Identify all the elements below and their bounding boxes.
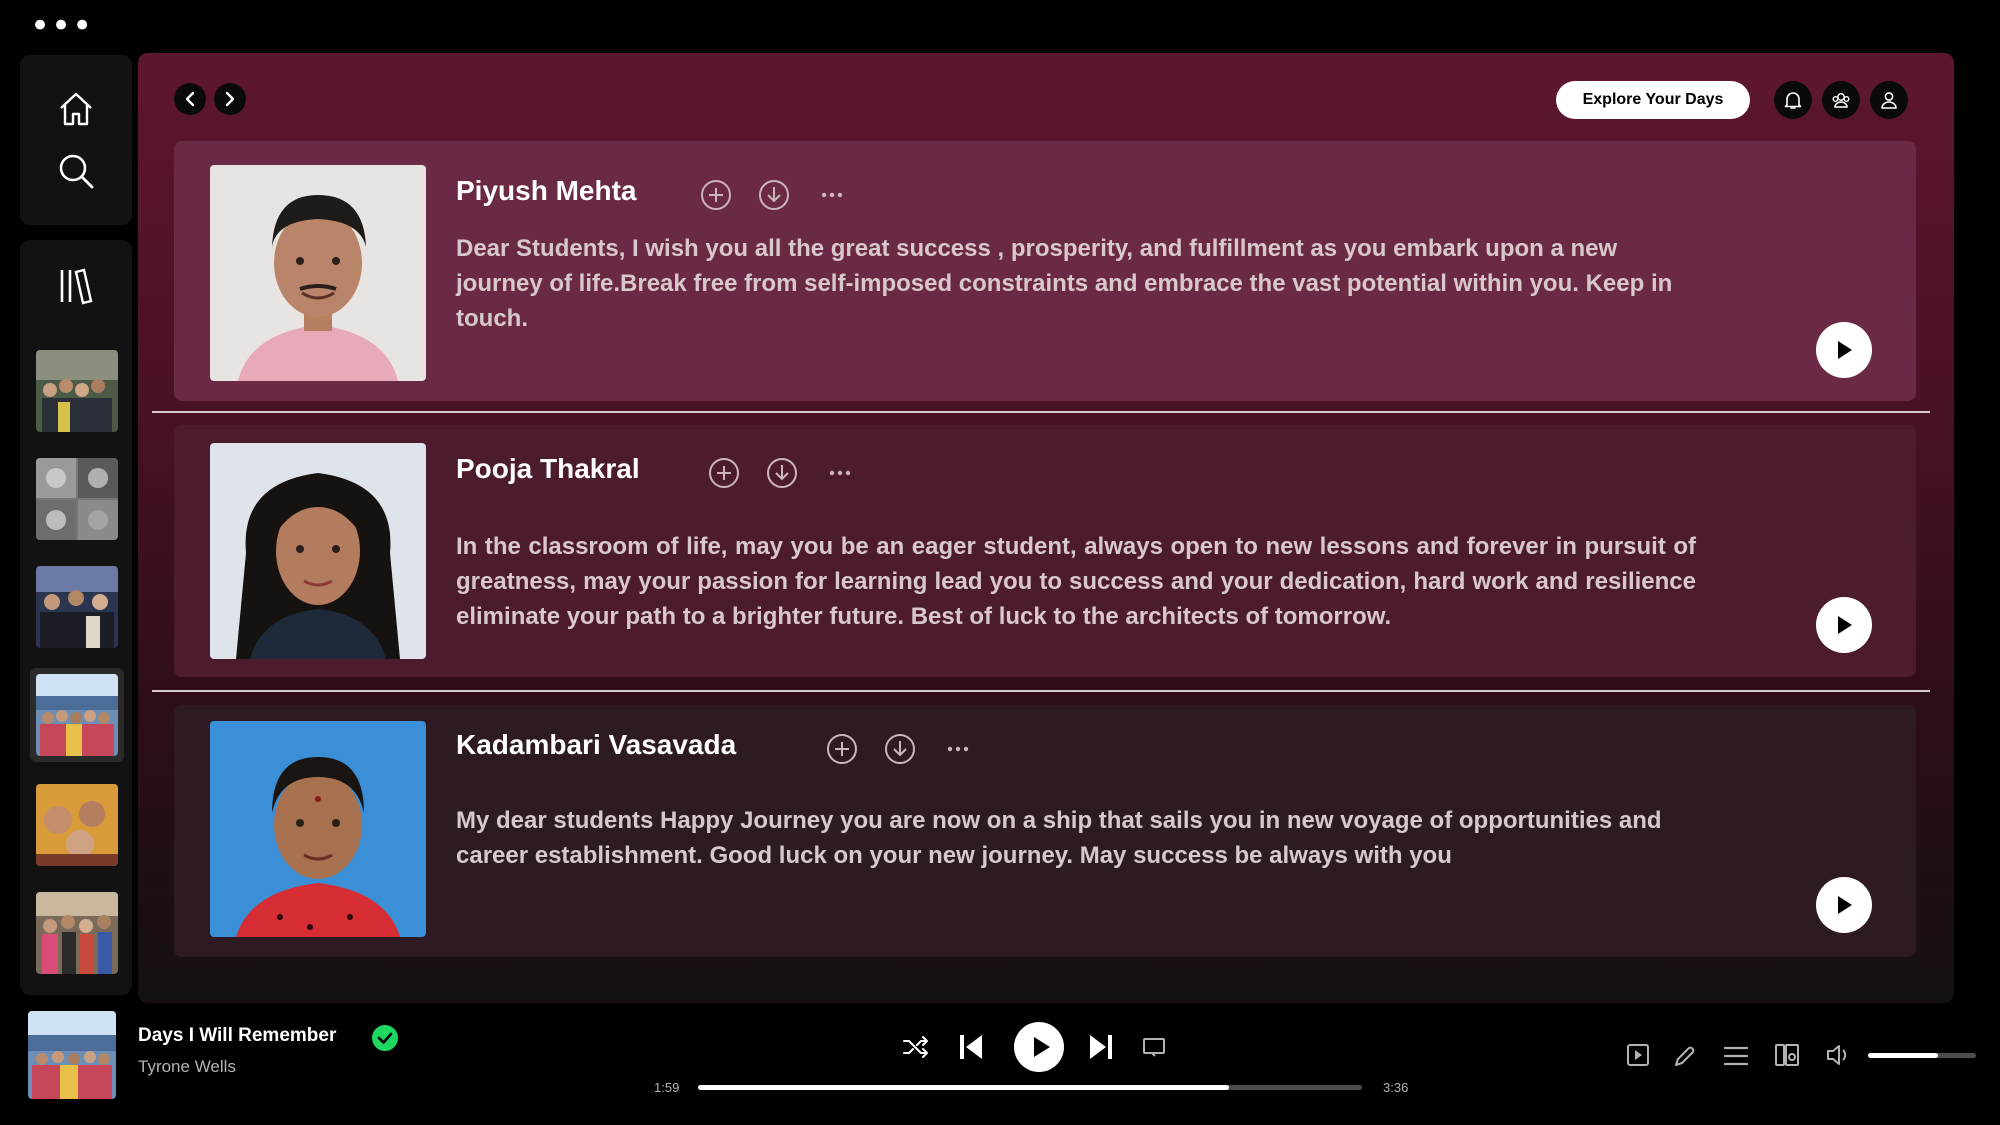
profile-button[interactable] xyxy=(1870,81,1908,119)
download-icon[interactable] xyxy=(758,179,790,211)
more-options-icon[interactable] xyxy=(816,179,848,211)
teacher-name: Pooja Thakral xyxy=(456,453,640,484)
chevron-right-icon xyxy=(225,91,235,107)
more-options-icon[interactable] xyxy=(942,733,974,765)
sidebar-library xyxy=(20,240,132,995)
app-menu-dots[interactable]: ••• xyxy=(30,9,93,43)
card-divider xyxy=(152,690,1930,692)
queue-icon[interactable] xyxy=(1723,1045,1749,1072)
main-panel: Explore Your Days Piyush Mehta Dear Stud… xyxy=(138,53,1954,1003)
elapsed-time: 1:59 xyxy=(654,1080,680,1095)
play-message-button[interactable] xyxy=(1816,877,1872,933)
notifications-button[interactable] xyxy=(1774,81,1812,119)
card-divider xyxy=(152,411,1930,413)
play-icon xyxy=(1838,896,1852,914)
play-message-button[interactable] xyxy=(1816,597,1872,653)
play-pause-button[interactable] xyxy=(1014,1022,1064,1072)
message-card: Kadambari Vasavada My dear students Happ… xyxy=(174,705,1916,957)
teacher-message: In the classroom of life, may you be an … xyxy=(456,533,1696,630)
friends-icon xyxy=(1832,93,1850,108)
shuffle-icon[interactable] xyxy=(902,1035,930,1064)
chevron-left-icon xyxy=(185,91,195,107)
teacher-message: My dear students Happy Journey you are n… xyxy=(456,807,1662,869)
play-icon xyxy=(1838,341,1852,359)
playlist-thumb-collage-photo[interactable] xyxy=(36,458,118,540)
liked-check-icon[interactable] xyxy=(372,1025,398,1051)
playlist-thumb-group-photo-3[interactable] xyxy=(36,674,118,756)
playlist-thumb-group-photo-1[interactable] xyxy=(36,350,118,432)
now-playing-view-icon[interactable] xyxy=(1626,1043,1650,1072)
volume-slider[interactable] xyxy=(1868,1053,1976,1058)
teacher-name: Piyush Mehta xyxy=(456,175,637,206)
play-message-button[interactable] xyxy=(1816,322,1872,378)
message-card: Piyush Mehta Dear Students, I wish you a… xyxy=(174,141,1916,401)
teacher-message: Dear Students, I wish you all the great … xyxy=(456,235,1673,332)
now-playing-artist[interactable]: Tyrone Wells xyxy=(138,1057,236,1077)
connect-device-icon[interactable] xyxy=(1774,1043,1800,1072)
now-playing-title[interactable]: Days I Will Remember xyxy=(138,1025,336,1047)
back-button[interactable] xyxy=(174,83,206,115)
progress-bar[interactable] xyxy=(698,1085,1362,1090)
total-duration: 3:36 xyxy=(1383,1080,1409,1095)
playlist-thumb-group-photo-4[interactable] xyxy=(36,892,118,974)
next-track-icon[interactable] xyxy=(1088,1033,1114,1066)
add-icon[interactable] xyxy=(708,457,740,489)
repeat-icon[interactable] xyxy=(1142,1037,1166,1064)
volume-fill xyxy=(1868,1053,1939,1058)
teacher-photo xyxy=(210,443,426,659)
add-icon[interactable] xyxy=(700,179,732,211)
explore-your-days-button[interactable]: Explore Your Days xyxy=(1556,81,1750,119)
search-icon[interactable] xyxy=(56,151,96,191)
lyrics-icon[interactable] xyxy=(1672,1043,1696,1072)
bell-icon xyxy=(1784,92,1802,109)
playlist-thumb-group-photo-2[interactable] xyxy=(36,566,118,648)
previous-track-icon[interactable] xyxy=(958,1033,984,1066)
download-icon[interactable] xyxy=(884,733,916,765)
home-icon[interactable] xyxy=(56,89,96,129)
sidebar-nav xyxy=(20,55,132,225)
playlist-thumb-selfie-photo[interactable] xyxy=(36,784,118,866)
more-options-icon[interactable] xyxy=(824,457,856,489)
now-playing-cover[interactable] xyxy=(28,1011,116,1099)
message-card: Pooja Thakral In the classroom of life, … xyxy=(174,425,1916,677)
library-icon[interactable] xyxy=(58,266,94,306)
forward-button[interactable] xyxy=(214,83,246,115)
download-icon[interactable] xyxy=(766,457,798,489)
volume-icon[interactable] xyxy=(1826,1043,1852,1072)
profile-icon xyxy=(1881,92,1897,109)
teacher-photo xyxy=(210,721,426,937)
progress-fill xyxy=(698,1085,1230,1090)
teacher-photo xyxy=(210,165,426,381)
teacher-name: Kadambari Vasavada xyxy=(456,729,737,760)
now-playing-bar: Days I Will Remember Tyrone Wells 1:59 3… xyxy=(0,1005,2000,1125)
play-icon xyxy=(1838,616,1852,634)
add-icon[interactable] xyxy=(826,733,858,765)
friends-button[interactable] xyxy=(1822,81,1860,119)
play-icon xyxy=(1034,1037,1050,1057)
